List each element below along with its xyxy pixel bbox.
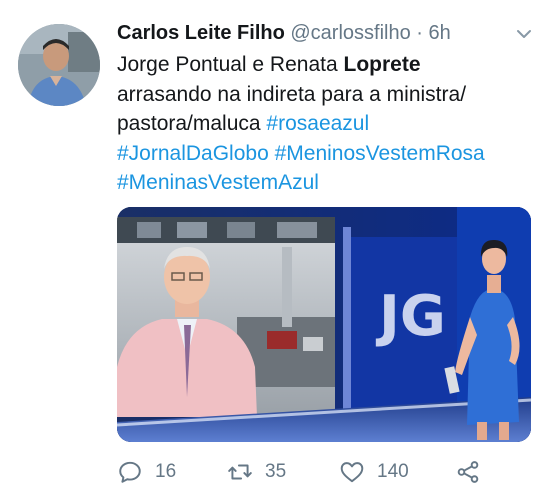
tweet-media-image[interactable]: JG [117, 207, 531, 442]
avatar-photo [18, 24, 100, 106]
tweet-timestamp[interactable]: 6h [429, 22, 451, 44]
text-segment: pastora/maluca [117, 112, 267, 135]
reply-icon [119, 461, 141, 483]
hashtag-link[interactable]: #JornalDaGlobo [117, 142, 269, 165]
author-name[interactable]: Carlos Leite Filho [117, 22, 285, 44]
tweet-header: Carlos Leite Filho @carlossfilho · 6h [117, 20, 490, 46]
hashtag-link[interactable]: #MeninasVestemAzul [117, 171, 319, 194]
text-bold-segment: Loprete [343, 53, 421, 76]
tweet-text-line: #MeninasVestemAzul [117, 168, 537, 198]
heart-icon [340, 462, 364, 483]
news-broadcast-photo: JG [117, 207, 531, 442]
like-button[interactable]: 140 [339, 454, 409, 490]
retweet-count: 35 [265, 461, 287, 482]
tweet-text-line: #JornalDaGlobo #MeninosVestemRosa [117, 139, 537, 169]
text-segment: Jorge Pontual e Renata [117, 53, 344, 76]
share-button[interactable] [455, 454, 493, 490]
hashtag-link[interactable]: #MeninosVestemRosa [275, 142, 485, 165]
reply-button[interactable]: 16 [117, 454, 176, 490]
chevron-down-icon [517, 30, 531, 38]
tweet-actions-bar: 16 35 140 [117, 454, 537, 490]
hashtag-link[interactable]: #rosaeazul [266, 112, 369, 135]
retweet-button[interactable]: 35 [227, 454, 286, 490]
more-options-button[interactable] [514, 24, 534, 44]
svg-text:JG: JG [375, 284, 446, 349]
tweet-text-line: pastora/maluca #rosaeazul [117, 109, 537, 139]
tweet-text: Jorge Pontual e Renata Loprete arrasando… [117, 50, 537, 198]
author-avatar[interactable] [18, 24, 100, 106]
meta-separator: · [416, 22, 423, 44]
author-handle[interactable]: @carlossfilho [290, 22, 410, 44]
tweet-text-line: Jorge Pontual e Renata Loprete [117, 50, 537, 80]
like-count: 140 [377, 461, 409, 482]
tweet-text-line: arrasando na indireta para a ministra/ [117, 80, 537, 110]
retweet-icon [228, 464, 252, 480]
text-segment: arrasando na indireta para a ministra/ [117, 82, 467, 106]
reply-count: 16 [155, 461, 177, 482]
share-icon [457, 461, 479, 483]
